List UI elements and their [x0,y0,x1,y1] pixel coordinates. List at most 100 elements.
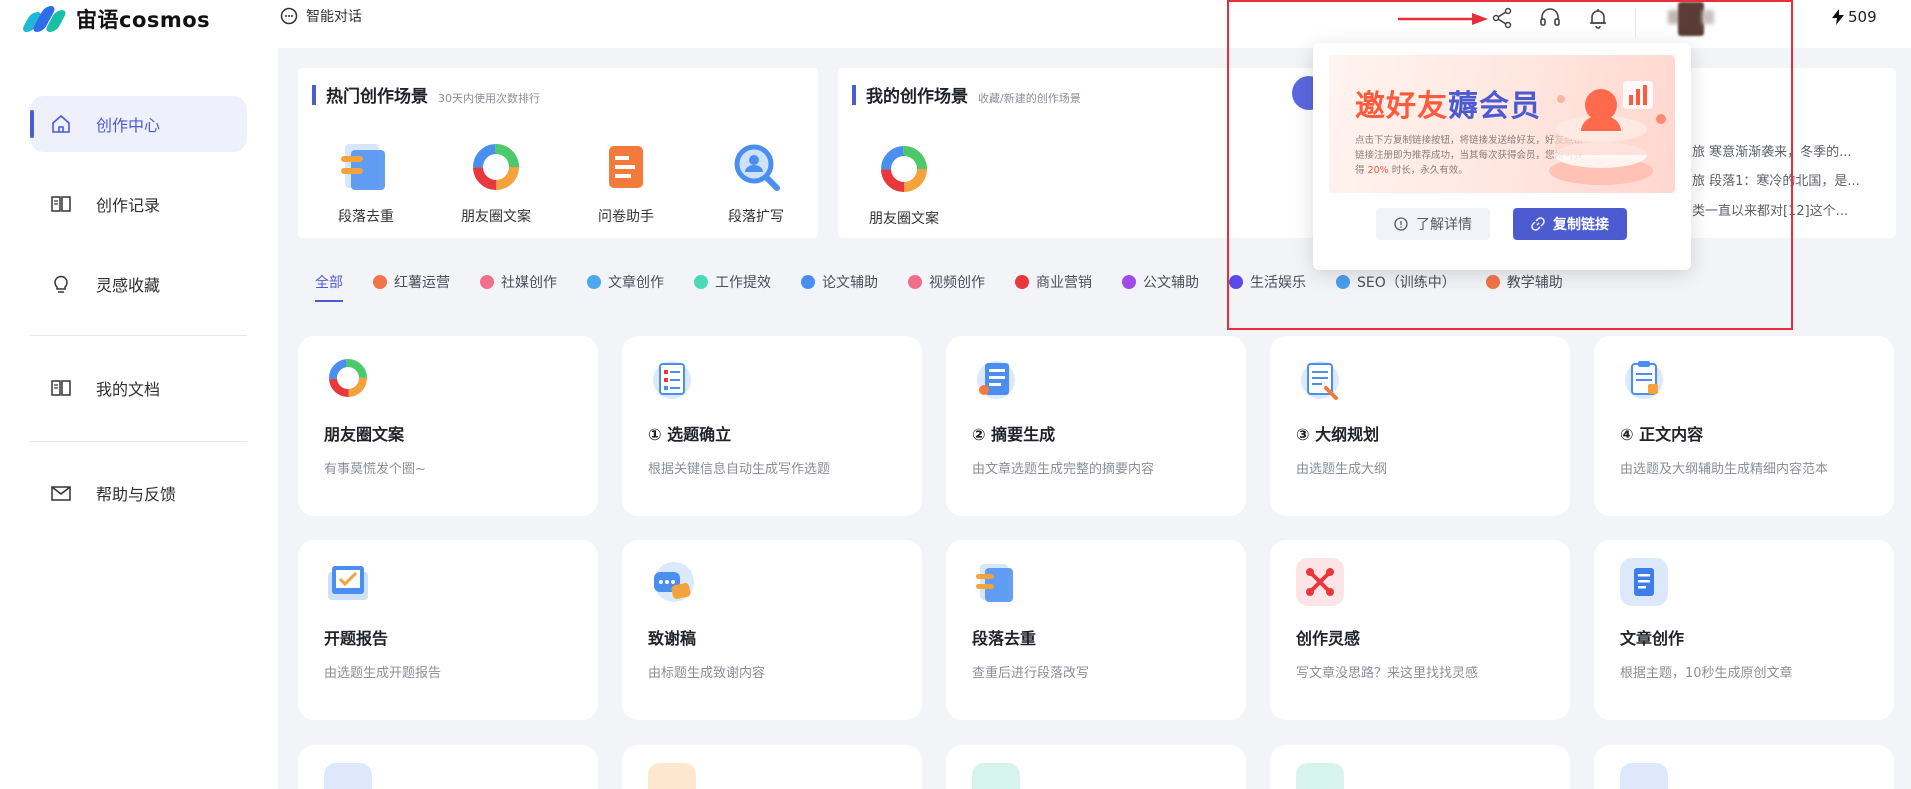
smart-chat-link[interactable]: 智能对话 [280,6,362,26]
hot-scenes-panel: 热门创作场景 30天内使用次数排行 段落去重 朋友圈文案 问卷助手 段落扩写 [298,68,818,238]
card-title: 创作灵感 [1296,629,1361,648]
sidebar-divider [30,335,247,336]
card-desc: 有事莫慌发个圈~ [324,462,426,477]
scene-card[interactable]: ① 选题确立 根据关键信息自动生成写作选题 [622,336,922,516]
card-title: ④ 正文内容 [1620,425,1704,444]
scene-card[interactable]: 创作灵感 写文章没思路？来这里找找灵感 [1270,540,1570,720]
sidebar-item-my-documents[interactable]: 我的文档 [30,360,247,416]
tab-all[interactable]: 全部 [315,272,343,302]
scene-card[interactable]: 开题报告 由选题生成开题报告 [298,540,598,720]
scene-paragraph-dedupe[interactable]: 段落去重 [306,138,426,226]
card-title: ③ 大纲规划 [1296,425,1380,444]
tab-category[interactable]: 工作提效 [694,272,771,292]
avatar[interactable] [1668,2,1714,36]
bell-icon[interactable] [1586,6,1610,30]
sidebar-item-creation-records[interactable]: 创作记录 [30,176,247,232]
recent-item[interactable]: 旅 寒意渐渐袭来，冬季的... [1692,141,1852,160]
card-desc: 根据关键信息自动生成写作选题 [648,462,831,477]
scene-card[interactable]: 段落去重 查重后进行段落改写 [946,540,1246,720]
scene-label: 问卷助手 [598,209,654,225]
points-balance[interactable]: 509 [1832,8,1877,26]
mail-icon [51,486,71,501]
tab-category[interactable]: 教学辅助 [1485,272,1563,292]
logo[interactable]: 宙语cosmos [20,4,210,34]
scene-card[interactable]: ② 摘要生成 由文章选题生成完整的摘要内容 [946,336,1246,516]
headset-icon[interactable] [1538,6,1562,30]
scene-paragraph-expand[interactable]: 段落扩写 [696,138,816,226]
scene-card[interactable]: 朋友圈文案 有事莫慌发个圈~ [298,336,598,516]
category-dot-icon [480,275,494,289]
card-title: ② 摘要生成 [972,425,1056,444]
chat-icon [280,7,298,25]
top-bar: 宙语cosmos 智能对话 509 [0,0,1911,48]
tab-category[interactable]: 社媒创作 [480,272,557,292]
copy-link-button[interactable]: 复制链接 [1513,208,1627,240]
magnifier-user-icon [734,144,780,191]
tab-category[interactable]: 视频创作 [908,272,985,292]
scene-card[interactable] [1270,745,1570,789]
category-dot-icon [801,275,815,289]
book-icon [51,380,71,396]
scene-card[interactable]: ④ 正文内容 由选题及大纲辅助生成精细内容范本 [1594,336,1894,516]
invite-title: 邀好友薅会员 [1355,89,1541,124]
scene-card[interactable] [946,745,1246,789]
sidebar: 创作中心 创作记录 灵感收藏 我的文档 帮助与反馈 [0,48,278,789]
sidebar-item-help-feedback[interactable]: 帮助与反馈 [30,465,247,521]
tab-category[interactable]: 生活娱乐 [1229,272,1306,292]
tab-category[interactable]: 文章创作 [587,272,664,292]
scene-moments-copy[interactable]: 朋友圈文案 [436,138,556,226]
sidebar-item-creation-center[interactable]: 创作中心 [30,96,247,152]
scene-label: 朋友圈文案 [461,209,531,225]
smart-chat-label: 智能对话 [306,9,362,25]
scene-card[interactable]: 文章创作 根据主题，10秒生成原创文章 [1594,540,1894,720]
my-scenes-panel: 我的创作场景 收藏/新建的创作场景 朋友圈文案 [838,68,1358,238]
scene-survey-assistant[interactable]: 问卷助手 [566,138,686,226]
book-icon [51,196,71,212]
scene-card[interactable]: 致谢稿 由标题生成致谢内容 [622,540,922,720]
card-icon [1296,763,1344,789]
scene-card[interactable] [298,745,598,789]
share-icon[interactable] [1490,6,1514,30]
category-dot-icon [694,275,708,289]
card-title: 文章创作 [1620,629,1685,648]
dedupe-icon [976,564,1013,602]
sidebar-item-label: 创作记录 [96,196,161,215]
sidebar-item-inspiration[interactable]: 灵感收藏 [30,256,247,312]
tab-category[interactable]: 商业营销 [1015,272,1092,292]
card-title: ① 选题确立 [648,425,732,444]
scene-card[interactable] [622,745,922,789]
recent-item[interactable]: 旅 段落1：寒冷的北国，是... [1692,170,1860,189]
logo-mark-icon [20,4,68,34]
scene-label: 段落去重 [338,209,394,225]
tab-category[interactable]: SEO（训练中） [1336,272,1456,292]
colorful-ring-icon [473,144,519,190]
colorful-ring-icon [329,359,367,397]
category-dot-icon [908,275,922,289]
tab-category[interactable]: 红薯运营 [373,272,450,292]
my-scenes-title: 我的创作场景 [866,87,968,107]
card-icon [1620,763,1668,789]
card-desc: 由选题及大纲辅助生成精细内容范本 [1620,462,1829,477]
dedupe-icon [341,144,385,190]
tab-category[interactable]: 论文辅助 [801,272,878,292]
recent-item[interactable]: 类一直以来都对[12]这个... [1692,200,1848,219]
sidebar-item-label: 帮助与反馈 [96,485,177,504]
tab-category[interactable]: 公文辅助 [1122,272,1199,292]
learn-more-button[interactable]: 了解详情 [1376,208,1490,240]
annotation-arrow [1398,13,1488,25]
survey-icon [609,146,643,188]
scene-moments-copy[interactable]: 朋友圈文案 [844,140,964,228]
category-dot-icon [1015,275,1029,289]
lightning-icon [1832,9,1844,25]
invite-popup: 邀好友薅会员 点击下方复制链接按钮，将链接发送给好友，好友点击链接注册即为推荐成… [1313,43,1691,270]
scene-card[interactable]: ③ 大纲规划 由选题生成大纲 [1270,336,1570,516]
card-desc: 根据主题，10秒生成原创文章 [1620,666,1793,681]
category-dot-icon [373,275,387,289]
scene-card[interactable] [1594,745,1894,789]
category-dot-icon [587,275,601,289]
card-icon [972,763,1020,789]
card-desc: 由标题生成致谢内容 [648,666,766,681]
home-icon [52,114,70,133]
category-dot-icon [1485,275,1500,289]
scene-label: 段落扩写 [728,209,784,225]
